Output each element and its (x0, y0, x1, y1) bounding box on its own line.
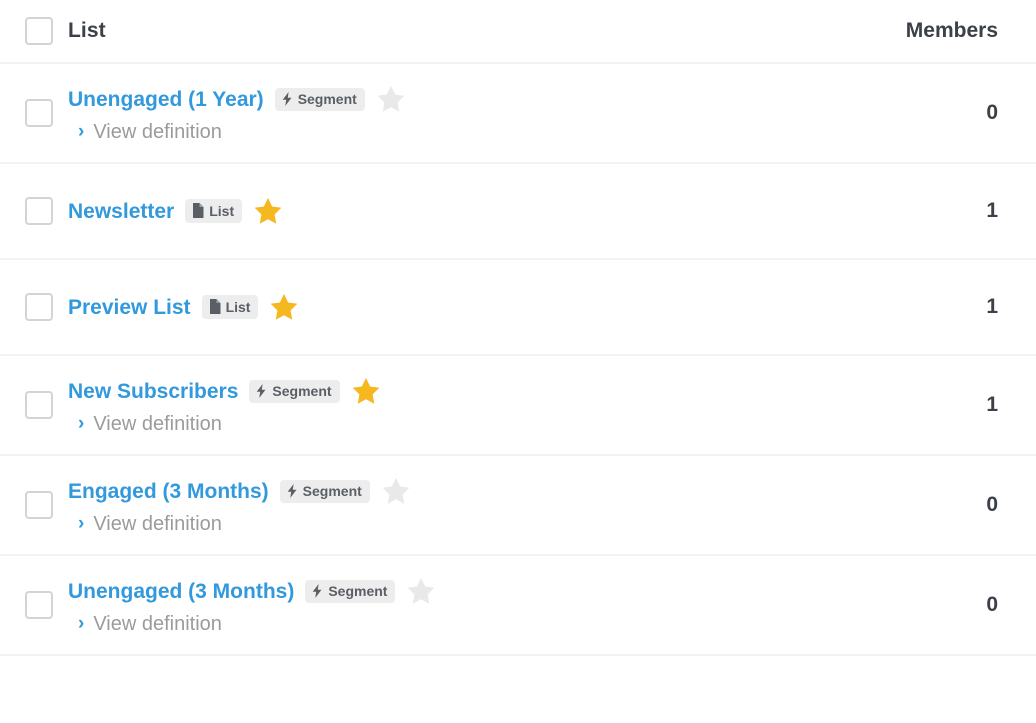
members-count: 1 (986, 295, 998, 318)
members-count: 0 (986, 493, 998, 516)
view-definition-label: View definition (93, 120, 222, 143)
list-name-line: Preview List List (68, 293, 868, 322)
list-name-link[interactable]: Unengaged (3 Months) (68, 581, 294, 602)
list-type-badge: List (185, 199, 243, 223)
row-checkbox[interactable] (25, 491, 53, 519)
view-definition-label: View definition (93, 512, 222, 535)
row-select-cell (10, 293, 68, 321)
members-column-header: Members (905, 19, 998, 42)
list-name-line: Newsletter List (68, 197, 868, 226)
list-type-badge: Segment (305, 579, 396, 603)
view-definition-toggle[interactable]: › View definition (68, 514, 868, 534)
members-count: 0 (986, 101, 998, 124)
star-outline-icon[interactable] (376, 85, 406, 114)
view-definition-toggle[interactable]: › View definition (68, 614, 868, 634)
document-icon (193, 203, 204, 218)
table-row: Engaged (3 Months) Segment › View definitio… (0, 456, 1036, 556)
list-name-link[interactable]: Preview List (68, 297, 191, 318)
chevron-right-icon: › (78, 121, 85, 142)
chevron-right-icon: › (78, 513, 85, 534)
chevron-right-icon: › (78, 613, 85, 634)
list-type-badge-label: List (225, 298, 251, 315)
list-type-badge-label: Segment (328, 582, 388, 599)
bolt-icon (313, 583, 322, 598)
table-row: Preview List List 1 (0, 260, 1036, 356)
bolt-icon (287, 483, 297, 498)
view-definition-label: View definition (93, 612, 222, 635)
members-count: 1 (986, 393, 998, 416)
row-select-cell (10, 591, 68, 619)
row-checkbox[interactable] (25, 293, 53, 321)
list-type-badge: List (201, 295, 259, 319)
star-filled-icon[interactable] (351, 377, 381, 406)
star-filled-icon[interactable] (253, 197, 283, 226)
list-info-cell: Unengaged (1 Year) Segment › View definitio… (68, 85, 868, 142)
star-filled-icon[interactable] (269, 293, 299, 322)
list-name-line: Unengaged (3 Months) Segment (68, 577, 868, 606)
row-select-cell (10, 491, 68, 519)
bolt-icon (282, 91, 292, 106)
table-row: Unengaged (3 Months) Segment › View definit… (0, 556, 1036, 656)
bolt-icon (257, 383, 266, 398)
list-type-badge-label: Segment (297, 90, 357, 107)
list-type-badge: Segment (279, 479, 370, 503)
list-name-line: Unengaged (1 Year) Segment (68, 85, 868, 114)
list-name-line: New Subscribers Segment (68, 377, 868, 406)
list-info-cell: Unengaged (3 Months) Segment › View definit… (68, 577, 868, 634)
list-type-badge-label: Segment (272, 382, 332, 399)
row-select-cell (10, 391, 68, 419)
row-select-cell (10, 197, 68, 225)
list-info-cell: Engaged (3 Months) Segment › View definitio… (68, 477, 868, 534)
table-row: New Subscribers Segment › View definition 1 (0, 356, 1036, 456)
table-row: Newsletter List 1 (0, 164, 1036, 260)
list-info-cell: Preview List List (68, 293, 868, 322)
star-outline-icon[interactable] (381, 477, 411, 506)
view-definition-label: View definition (93, 412, 222, 435)
list-info-cell: New Subscribers Segment › View definition (68, 377, 868, 434)
list-type-badge: Segment (249, 379, 340, 403)
list-column-header: List (68, 19, 106, 42)
row-select-cell (10, 99, 68, 127)
row-checkbox[interactable] (25, 391, 53, 419)
list-info-cell: Newsletter List (68, 197, 868, 226)
document-icon (209, 299, 221, 314)
table-header-row: List Members (0, 0, 1036, 64)
list-column-header-cell: List (68, 19, 868, 43)
list-name-link[interactable]: Newsletter (68, 201, 174, 222)
members-count: 1 (986, 199, 998, 222)
row-checkbox[interactable] (25, 591, 53, 619)
members-count: 0 (986, 593, 998, 616)
list-type-badge-label: List (209, 202, 235, 219)
table-row: Unengaged (1 Year) Segment › View definitio… (0, 64, 1036, 164)
list-name-link[interactable]: Engaged (3 Months) (68, 481, 269, 502)
view-definition-toggle[interactable]: › View definition (68, 414, 868, 434)
view-definition-toggle[interactable]: › View definition (68, 122, 868, 142)
row-checkbox[interactable] (25, 99, 53, 127)
list-type-badge: Segment (274, 87, 365, 111)
list-name-line: Engaged (3 Months) Segment (68, 477, 868, 506)
table-body: Unengaged (1 Year) Segment › View definitio… (0, 64, 1036, 656)
lists-table: List Members Unengaged (1 Year) Segment › V… (0, 0, 1036, 723)
list-name-link[interactable]: New Subscribers (68, 381, 238, 402)
star-outline-icon[interactable] (406, 577, 436, 606)
row-checkbox[interactable] (25, 197, 53, 225)
chevron-right-icon: › (78, 413, 85, 434)
select-all-checkbox[interactable] (25, 17, 53, 45)
list-name-link[interactable]: Unengaged (1 Year) (68, 89, 264, 110)
select-all-cell (10, 17, 68, 45)
list-type-badge-label: Segment (302, 482, 362, 499)
